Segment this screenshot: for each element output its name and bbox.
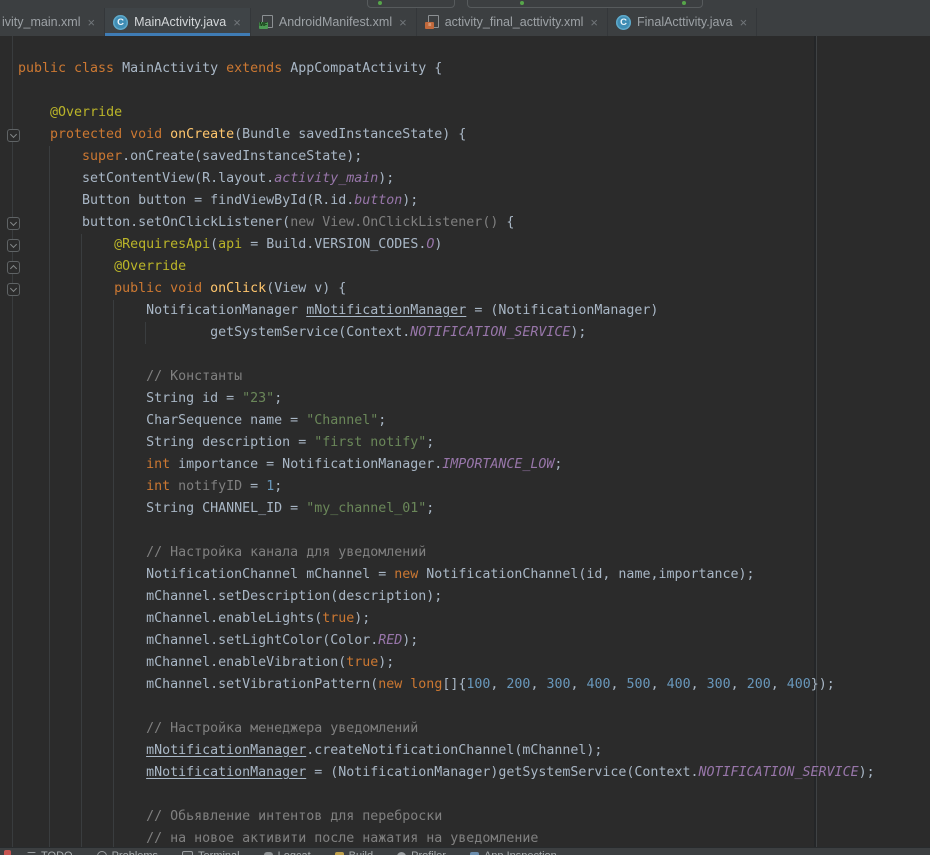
- close-tab-icon[interactable]: ×: [399, 16, 407, 29]
- code-line[interactable]: Button button = findViewById(R.id.button…: [0, 190, 930, 212]
- tab-label: ivity_main.xml: [2, 15, 81, 29]
- code-line[interactable]: [0, 344, 930, 366]
- editor-tab-bar: ivity_main.xml × C MainActivity.java × MF Andr…: [0, 8, 930, 36]
- tool-window-button-app-inspection[interactable]: App Inspection: [470, 850, 557, 855]
- tool-window-label: Logcat: [278, 850, 311, 855]
- toolbar-widget[interactable]: [467, 0, 703, 8]
- android-studio-window: ivity_main.xml × C MainActivity.java × MF Andr…: [0, 0, 930, 855]
- code-line[interactable]: public void onClick(View v) {: [0, 278, 930, 300]
- logcat-icon: [264, 852, 273, 855]
- fold-marker-icon[interactable]: [7, 239, 20, 252]
- run-status-dot-icon: [520, 1, 524, 5]
- code-line[interactable]: // Настройка канала для уведомлений: [0, 542, 930, 564]
- code-line[interactable]: mChannel.enableLights(true);: [0, 608, 930, 630]
- editor-tab-androidmanifest-xml[interactable]: MF AndroidManifest.xml ×: [251, 8, 417, 36]
- code-line[interactable]: // Константы: [0, 366, 930, 388]
- red-dot-icon: [4, 850, 11, 855]
- run-status-dot-icon: [378, 1, 382, 5]
- layout-xml-icon: ≡: [425, 15, 439, 29]
- code-line[interactable]: NotificationManager mNotificationManager…: [0, 300, 930, 322]
- fold-marker-icon[interactable]: [7, 129, 20, 142]
- code-line[interactable]: // Настройка менеджера уведомлений: [0, 718, 930, 740]
- close-tab-icon[interactable]: ×: [233, 16, 241, 29]
- fold-marker-icon[interactable]: [7, 217, 20, 230]
- code-line[interactable]: [0, 696, 930, 718]
- tool-window-items: TODO Problems Terminal Logcat Build Profiler A…: [0, 848, 930, 855]
- close-tab-icon[interactable]: ×: [740, 16, 748, 29]
- code-line[interactable]: int notifyID = 1;: [0, 476, 930, 498]
- code-line[interactable]: protected void onCreate(Bundle savedInst…: [0, 124, 930, 146]
- profiler-icon: [397, 852, 406, 855]
- code-line[interactable]: // Обьявление интентов для переброски: [0, 806, 930, 828]
- tab-label: MainActivity.java: [134, 15, 226, 29]
- close-tab-icon[interactable]: ×: [88, 16, 96, 29]
- run-status-dot-icon: [682, 1, 686, 5]
- code-line[interactable]: [0, 36, 930, 58]
- code-area[interactable]: public class MainActivity extends AppCom…: [0, 36, 930, 847]
- tool-window-button-todo[interactable]: TODO: [27, 850, 73, 855]
- fold-marker-icon[interactable]: [7, 283, 20, 296]
- code-editor[interactable]: public class MainActivity extends AppCom…: [0, 36, 930, 847]
- code-line[interactable]: setContentView(R.layout.activity_main);: [0, 168, 930, 190]
- code-line[interactable]: String id = "23";: [0, 388, 930, 410]
- code-line[interactable]: mChannel.setVibrationPattern(new long[]{…: [0, 674, 930, 696]
- java-class-icon: C: [113, 15, 128, 30]
- close-tab-icon[interactable]: ×: [590, 16, 598, 29]
- problems-icon: [97, 851, 107, 855]
- toolbar-widget[interactable]: [367, 0, 455, 8]
- code-line[interactable]: mNotificationManager = (NotificationMana…: [0, 762, 930, 784]
- terminal-icon: [182, 851, 193, 855]
- code-line[interactable]: mChannel.setDescription(description);: [0, 586, 930, 608]
- tool-window-label: App Inspection: [484, 850, 557, 855]
- tool-window-label: Profiler: [411, 850, 446, 855]
- code-line[interactable]: getSystemService(Context.NOTIFICATION_SE…: [0, 322, 930, 344]
- code-line[interactable]: super.onCreate(savedInstanceState);: [0, 146, 930, 168]
- android-manifest-icon: MF: [259, 15, 273, 29]
- code-line[interactable]: public class MainActivity extends AppCom…: [0, 58, 930, 80]
- code-line[interactable]: mChannel.enableVibration(true);: [0, 652, 930, 674]
- tool-window-label: Terminal: [198, 850, 240, 855]
- code-line[interactable]: CharSequence name = "Channel";: [0, 410, 930, 432]
- code-line[interactable]: // на новое активити после нажатия на ув…: [0, 828, 930, 847]
- code-line[interactable]: mNotificationManager.createNotificationC…: [0, 740, 930, 762]
- tool-window-label: Build: [349, 850, 373, 855]
- code-line[interactable]: NotificationChannel mChannel = new Notif…: [0, 564, 930, 586]
- code-line[interactable]: @Override: [0, 102, 930, 124]
- tool-window-label: TODO: [41, 850, 73, 855]
- code-line[interactable]: [0, 520, 930, 542]
- todo-icon: [27, 852, 36, 855]
- tab-label: FinalActtivity.java: [637, 15, 733, 29]
- tool-window-label: Problems: [112, 850, 158, 855]
- code-line[interactable]: [0, 784, 930, 806]
- tool-window-button-problems[interactable]: Problems: [97, 850, 158, 855]
- tab-label: AndroidManifest.xml: [279, 15, 392, 29]
- tool-window-button-build[interactable]: Build: [335, 850, 373, 855]
- code-line[interactable]: button.setOnClickListener(new View.OnCli…: [0, 212, 930, 234]
- tool-window-bar: TODO Problems Terminal Logcat Build Profiler A…: [0, 847, 930, 855]
- editor-tab-activity-final-acttivity-xml[interactable]: ≡ activity_final_acttivity.xml ×: [417, 8, 608, 36]
- code-line[interactable]: int importance = NotificationManager.IMP…: [0, 454, 930, 476]
- build-icon: [335, 852, 344, 855]
- editor-tab-finalacttivity-java[interactable]: C FinalActtivity.java ×: [608, 8, 757, 36]
- code-line[interactable]: String CHANNEL_ID = "my_channel_01";: [0, 498, 930, 520]
- editor-tab-ivity-main-xml[interactable]: ivity_main.xml ×: [0, 8, 105, 36]
- app-inspection-icon: [470, 852, 479, 855]
- fold-marker-icon[interactable]: [7, 261, 20, 274]
- code-line[interactable]: mChannel.setLightColor(Color.RED);: [0, 630, 930, 652]
- tool-window-button-profiler[interactable]: Profiler: [397, 850, 446, 855]
- code-line[interactable]: String description = "first notify";: [0, 432, 930, 454]
- editor-tab-mainactivity-java[interactable]: C MainActivity.java ×: [105, 8, 251, 36]
- code-line[interactable]: [0, 80, 930, 102]
- tab-label: activity_final_acttivity.xml: [445, 15, 584, 29]
- tool-window-button-terminal[interactable]: Terminal: [182, 850, 240, 855]
- java-class-icon: C: [616, 15, 631, 30]
- code-line[interactable]: @RequiresApi(api = Build.VERSION_CODES.O…: [0, 234, 930, 256]
- code-line[interactable]: @Override: [0, 256, 930, 278]
- tool-window-button-logcat[interactable]: Logcat: [264, 850, 311, 855]
